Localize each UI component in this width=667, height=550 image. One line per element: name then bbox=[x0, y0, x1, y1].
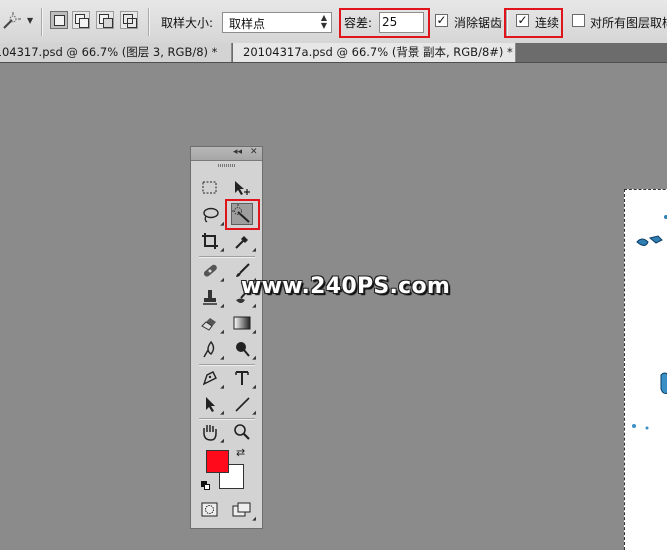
screen-mode-icon[interactable]: ◢ bbox=[231, 499, 256, 522]
healing-brush-tool-icon[interactable]: ◢ bbox=[199, 260, 224, 283]
sample-size-label: 取样大小: bbox=[161, 16, 214, 30]
tool-group-indicator: ◢ bbox=[252, 329, 256, 335]
blur-tool-icon[interactable]: ◢ bbox=[199, 338, 224, 361]
tool-group-indicator: ◢ bbox=[252, 384, 256, 390]
path-selection-tool-icon[interactable]: ◢ bbox=[199, 393, 224, 416]
crop-tool-icon[interactable]: ◢ bbox=[199, 230, 224, 253]
tool-group-indicator: ◢ bbox=[220, 247, 224, 253]
tool-group-indicator: ◢ bbox=[220, 221, 224, 227]
type-tool-icon[interactable]: ◢ bbox=[231, 367, 256, 390]
tool-group-indicator: ◢ bbox=[252, 355, 256, 361]
antialias-checkbox[interactable]: ✓ bbox=[435, 14, 448, 27]
magic-wand-preset-icon[interactable] bbox=[0, 10, 22, 32]
tool-group-indicator: ◢ bbox=[252, 303, 256, 309]
canvas-content bbox=[632, 215, 667, 430]
sample-all-layers-checkbox[interactable] bbox=[572, 14, 585, 27]
close-panel-icon[interactable]: ✕ bbox=[250, 147, 258, 157]
hand-tool-icon[interactable]: ◢ bbox=[199, 421, 224, 444]
tool-group-indicator: ◢ bbox=[220, 438, 224, 444]
tolerance-label: 容差: bbox=[344, 16, 373, 30]
swap-colors-icon[interactable]: ⇄ bbox=[236, 446, 245, 459]
tolerance-input[interactable]: 25 bbox=[379, 12, 424, 33]
tool-group-indicator: ◢ bbox=[220, 303, 224, 309]
sample-all-layers-label: 对所有图层取样 bbox=[590, 16, 667, 30]
document-tab-1-label: 20104317.psd @ 66.7% (图层 3, RGB/8) * bbox=[0, 45, 218, 59]
eraser-tool-icon[interactable]: ◢ bbox=[199, 312, 224, 335]
tools-panel-header[interactable]: ◂◂ ✕ bbox=[191, 147, 262, 161]
tool-group-indicator: ◢ bbox=[220, 384, 224, 390]
eyedropper-tool-icon[interactable]: ◢ bbox=[231, 230, 256, 253]
document-tabs: 20104317.psd @ 66.7% (图层 3, RGB/8) * 201… bbox=[0, 43, 667, 63]
tool-group-indicator: ◢ bbox=[220, 277, 224, 283]
sample-size-value: 取样点 bbox=[229, 17, 266, 31]
add-to-selection-button[interactable] bbox=[72, 11, 90, 29]
contiguous-checkbox[interactable]: ✓ bbox=[516, 14, 529, 27]
intersect-selection-button[interactable] bbox=[120, 11, 138, 29]
subtract-from-selection-button[interactable] bbox=[96, 11, 114, 29]
document-tab-2-label: 20104317a.psd @ 66.7% (背景 副本, RGB/8#) * bbox=[243, 45, 513, 59]
tool-group-indicator: ◢ bbox=[220, 329, 224, 335]
select-arrows-icon: ▲ ▼ bbox=[320, 13, 327, 30]
line-tool-icon[interactable]: ◢ bbox=[231, 393, 256, 416]
quick-mask-icon[interactable] bbox=[199, 499, 221, 521]
zoom-tool-icon[interactable] bbox=[231, 421, 253, 443]
default-colors-icon[interactable] bbox=[201, 481, 211, 491]
panel-grip[interactable] bbox=[218, 164, 236, 167]
tools-panel: ◂◂ ✕ ◢ ◢ ◢ ◢ ◢ ◢ ◢ ◢ ◢ ◢ ◢ ◢ ◢ ◢ ◢ ◢ ⇄ ◢ bbox=[190, 146, 263, 529]
lasso-tool-icon[interactable]: ◢ bbox=[199, 204, 224, 227]
move-tool-icon[interactable] bbox=[231, 177, 253, 199]
foreground-color-swatch[interactable] bbox=[206, 450, 229, 473]
tool-group-indicator: ◢ bbox=[220, 355, 224, 361]
marquee-tool-icon[interactable] bbox=[199, 177, 221, 199]
tool-group-indicator: ◢ bbox=[252, 410, 256, 416]
contiguous-label: 连续 bbox=[535, 16, 560, 30]
document-tab-2[interactable]: 20104317a.psd @ 66.7% (背景 副本, RGB/8#) * bbox=[233, 43, 516, 62]
document-canvas[interactable] bbox=[624, 189, 667, 550]
options-bar: ▼ 取样大小: 取样点 ▲ ▼ 容差: 25 ✓ 消除锯齿 ✓ 连续 对所有图层取… bbox=[0, 0, 667, 44]
gradient-tool-icon[interactable]: ◢ bbox=[231, 312, 256, 335]
antialias-label: 消除锯齿 bbox=[454, 16, 503, 30]
document-tab-1[interactable]: 20104317.psd @ 66.7% (图层 3, RGB/8) * bbox=[0, 43, 232, 62]
clone-stamp-tool-icon[interactable]: ◢ bbox=[199, 286, 224, 309]
watermark-text: www.240PS.com bbox=[241, 274, 451, 299]
pen-tool-icon[interactable]: ◢ bbox=[199, 367, 224, 390]
tool-preset-dropdown-arrow[interactable]: ▼ bbox=[27, 16, 33, 25]
new-selection-button[interactable] bbox=[50, 11, 68, 29]
sample-size-select[interactable]: 取样点 ▲ ▼ bbox=[222, 12, 332, 33]
tolerance-value: 25 bbox=[382, 15, 398, 29]
tool-group-indicator: ◢ bbox=[252, 247, 256, 253]
collapse-panel-icon[interactable]: ◂◂ bbox=[233, 147, 242, 157]
tool-group-indicator: ◢ bbox=[220, 410, 224, 416]
dodge-tool-icon[interactable]: ◢ bbox=[231, 338, 256, 361]
magic-wand-highlight bbox=[225, 199, 260, 230]
tool-group-indicator: ◢ bbox=[252, 516, 256, 522]
